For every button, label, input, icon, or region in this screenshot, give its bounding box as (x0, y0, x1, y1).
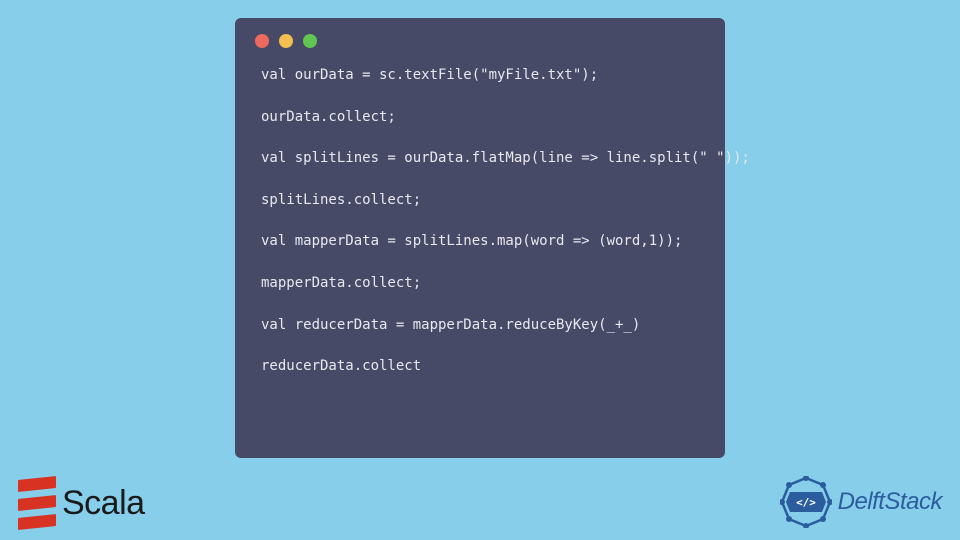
close-icon (255, 34, 269, 48)
minimize-icon (279, 34, 293, 48)
scala-logo-text: Scala (62, 484, 145, 523)
window-controls (235, 18, 725, 52)
code-line: val splitLines = ourData.flatMap(line =>… (261, 149, 699, 169)
delftstack-logo: </> DelftStack (780, 476, 942, 528)
code-line: val reducerData = mapperData.reduceByKey… (261, 316, 699, 336)
code-content: val ourData = sc.textFile("myFile.txt");… (235, 52, 725, 391)
code-line: mapperData.collect; (261, 274, 699, 294)
code-window: val ourData = sc.textFile("myFile.txt");… (235, 18, 725, 458)
scala-logo: Scala (18, 478, 145, 528)
delftstack-icon: </> (780, 476, 832, 528)
code-line: ourData.collect; (261, 108, 699, 128)
code-line: val ourData = sc.textFile("myFile.txt"); (261, 66, 699, 86)
code-line: reducerData.collect (261, 357, 699, 377)
scala-icon (18, 478, 56, 528)
code-line: val mapperData = splitLines.map(word => … (261, 232, 699, 252)
code-line: splitLines.collect; (261, 191, 699, 211)
delftstack-logo-text: DelftStack (838, 488, 942, 516)
svg-text:</>: </> (796, 496, 816, 509)
maximize-icon (303, 34, 317, 48)
